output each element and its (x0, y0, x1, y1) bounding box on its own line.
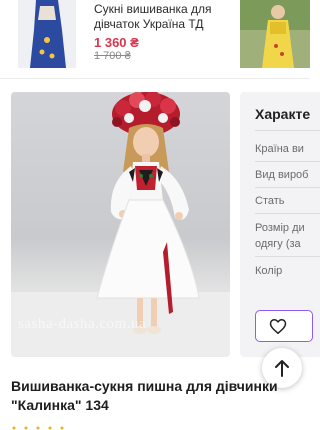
related-product-image-left[interactable] (18, 0, 76, 68)
characteristic-label: Вид вироб (255, 169, 309, 181)
characteristics-divider (255, 213, 320, 214)
characteristics-divider (255, 161, 320, 162)
related-product-old-price: 1 700 ₴ (94, 50, 131, 62)
characteristics-title: Характе (255, 106, 311, 122)
photo-watermark: sasha-dasha.com.ua (18, 316, 147, 332)
arrow-up-icon (275, 360, 289, 377)
characteristic-label: одягу (за (255, 238, 301, 250)
characteristic-label: Колір (255, 265, 283, 277)
product-title: Вишиванка-сукня пишна для дівчинки "Кали… (11, 378, 278, 413)
related-product-image-right[interactable] (240, 0, 310, 68)
characteristics-divider (255, 187, 320, 188)
related-product-title[interactable]: Сукні вишиванка для дівчаток Україна ТД (94, 2, 234, 32)
section-divider (0, 78, 310, 79)
characteristics-divider (255, 130, 320, 131)
characteristic-label: Країна ви (255, 143, 304, 155)
add-to-wishlist-button[interactable] (255, 310, 313, 342)
characteristic-label: Стать (255, 195, 285, 207)
characteristic-label: Розмір ди (255, 222, 305, 234)
heart-icon (269, 319, 287, 334)
related-products-strip: Сукні вишиванка для дівчаток Україна ТД … (0, 0, 310, 78)
characteristics-divider (255, 256, 320, 257)
related-product-price: 1 360 ₴ (94, 35, 139, 50)
rating-stars-partial (12, 426, 64, 430)
